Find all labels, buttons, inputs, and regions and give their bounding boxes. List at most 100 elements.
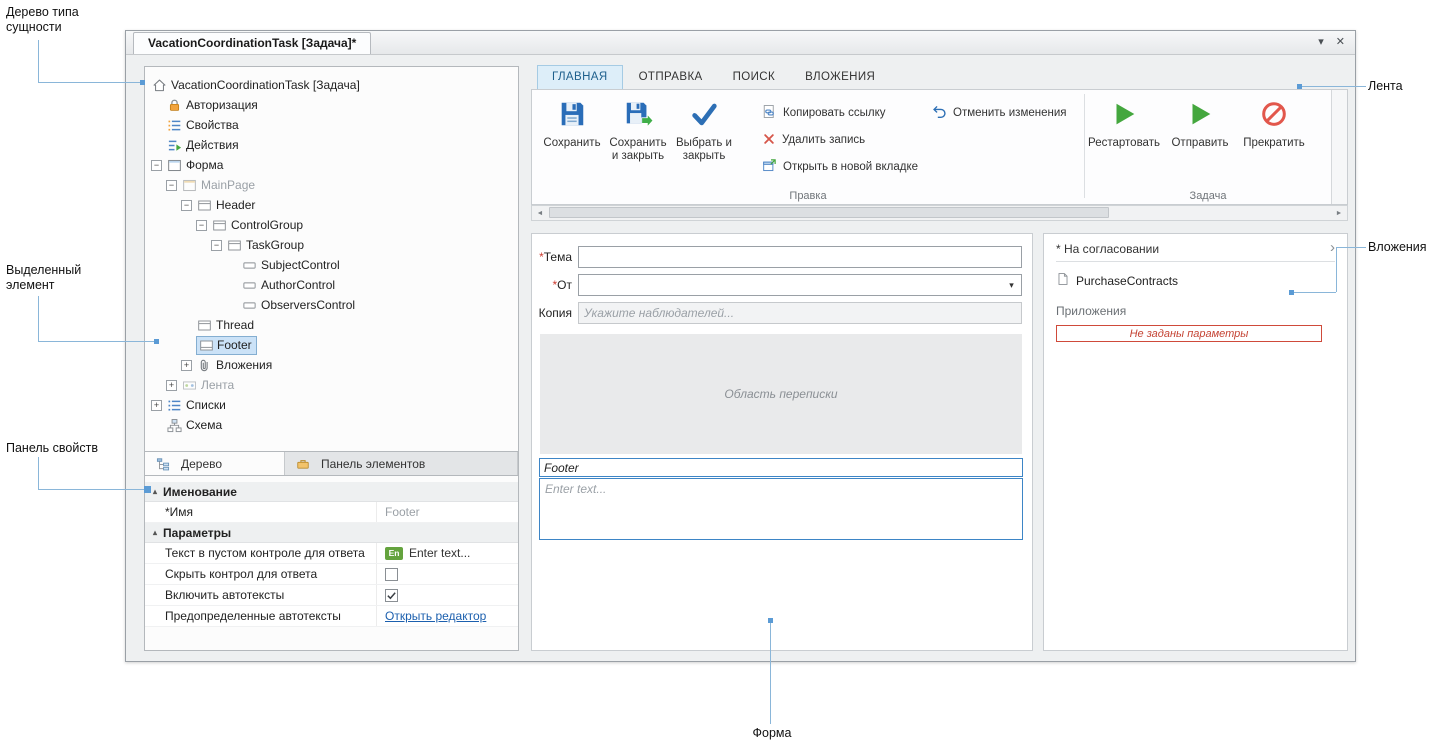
actions-icon	[166, 137, 182, 153]
undo-changes-button[interactable]: Отменить изменения	[928, 102, 1071, 124]
ribbon-tab-main[interactable]: ГЛАВНАЯ	[537, 65, 623, 89]
app-window: VacationCoordinationTask [Задача]* ▾ ✕ V…	[125, 30, 1356, 662]
save-button[interactable]: Сохранить	[540, 95, 604, 199]
tree-item-root[interactable]: VacationCoordinationTask [Задача]	[145, 75, 518, 95]
tree-item-lists[interactable]: + Списки	[145, 395, 518, 415]
collapse-icon[interactable]: −	[151, 160, 162, 171]
collapse-icon[interactable]: −	[181, 200, 192, 211]
annotation-attachments: Вложения	[1368, 240, 1427, 255]
collapse-icon[interactable]: −	[211, 240, 222, 251]
footer-control-selected[interactable]: Footer Enter text...	[539, 458, 1023, 540]
from-label: *От	[532, 274, 572, 296]
footer-icon	[198, 337, 214, 353]
tree-item-ribbon[interactable]: + Лента	[145, 375, 518, 395]
ribbon-overflow-strip[interactable]	[1331, 90, 1347, 204]
tab-tree[interactable]: Дерево	[145, 452, 285, 475]
chevron-down-icon[interactable]: ▾	[1003, 276, 1020, 294]
group-icon	[226, 237, 242, 253]
window-titlebar: VacationCoordinationTask [Задача]* ▾ ✕	[126, 31, 1355, 55]
chevron-right-icon[interactable]: ›	[1330, 242, 1335, 254]
window-menu-icon[interactable]: ▾	[1318, 37, 1324, 48]
property-row-empty-text[interactable]: Текст в пустом контроле для ответа En En…	[145, 543, 518, 564]
expand-icon[interactable]: +	[151, 400, 162, 411]
copy-link-icon	[762, 104, 777, 122]
attachment-item[interactable]: PurchaseContracts	[1056, 272, 1335, 289]
tree-item-footer-selected[interactable]: Footer	[145, 335, 518, 355]
annotation-selected-element: Выделенный элемент	[6, 263, 81, 293]
ribbon: ГЛАВНАЯ ОТПРАВКА ПОИСК ВЛОЖЕНИЯ Сохранит…	[531, 63, 1348, 221]
ribbon-scrollbar[interactable]: ◄ ►	[531, 205, 1348, 221]
stop-button[interactable]: Прекратить	[1238, 95, 1310, 199]
scrollbar-thumb[interactable]	[549, 207, 1109, 218]
tree-item-header[interactable]: − Header	[145, 195, 518, 215]
property-row-autotext[interactable]: Включить автотексты	[145, 585, 518, 606]
delete-record-button[interactable]: Удалить запись	[758, 129, 869, 151]
property-group-params[interactable]: ▴ Параметры	[145, 523, 518, 543]
ribbon-tab-send[interactable]: ОТПРАВКА	[625, 66, 717, 89]
control-icon	[241, 277, 257, 293]
tree-item-actions[interactable]: Действия	[145, 135, 518, 155]
tree-item-mainpage[interactable]: − MainPage	[145, 175, 518, 195]
scroll-left-icon[interactable]: ◄	[532, 206, 548, 220]
tab-element-panel[interactable]: Панель элементов	[285, 452, 518, 475]
thread-area[interactable]: Область переписки	[540, 334, 1022, 454]
document-tab[interactable]: VacationCoordinationTask [Задача]*	[133, 32, 371, 54]
checkbox-unchecked[interactable]	[385, 568, 398, 581]
entity-tree-panel: VacationCoordinationTask [Задача] Автори…	[144, 66, 519, 651]
ribbon-tab-search[interactable]: ПОИСК	[719, 66, 789, 89]
property-group-naming[interactable]: ▴ Именование	[145, 482, 518, 502]
subject-input[interactable]	[578, 246, 1022, 268]
collapse-icon[interactable]: −	[166, 180, 177, 191]
open-editor-link[interactable]: Открыть редактор	[385, 609, 486, 623]
send-button[interactable]: Отправить	[1164, 95, 1236, 199]
property-row-hide-control[interactable]: Скрыть контрол для ответа	[145, 564, 518, 585]
collapse-icon[interactable]: −	[196, 220, 207, 231]
home-icon	[151, 77, 167, 93]
expand-icon[interactable]: +	[166, 380, 177, 391]
lists-icon	[166, 397, 182, 413]
footer-control-title[interactable]: Footer	[539, 458, 1023, 477]
save-and-close-button[interactable]: Сохранить и закрыть	[606, 95, 670, 199]
tree-item-observerscontrol[interactable]: ObserversControl	[145, 295, 518, 315]
property-row-predefined[interactable]: Предопределенные автотексты Открыть реда…	[145, 606, 518, 627]
open-new-tab-icon	[762, 158, 777, 176]
tree-item-scheme[interactable]: Схема	[145, 415, 518, 435]
scheme-icon	[166, 417, 182, 433]
open-new-tab-button[interactable]: Открыть в новой вкладке	[758, 156, 922, 178]
tree-item-authorcontrol[interactable]: AuthorControl	[145, 275, 518, 295]
expand-icon[interactable]: +	[181, 360, 192, 371]
close-icon[interactable]: ✕	[1336, 37, 1345, 48]
property-grid: ▴ Именование *Имя Footer ▴ Параметры Тек…	[145, 475, 518, 650]
tree-item-properties[interactable]: Свойства	[145, 115, 518, 135]
tree-item-authorization[interactable]: Авторизация	[145, 95, 518, 115]
group-icon	[196, 317, 212, 333]
selected-highlight: Footer	[196, 336, 257, 355]
restart-button[interactable]: Рестартовать	[1088, 95, 1160, 199]
footer-control-textarea[interactable]: Enter text...	[539, 478, 1023, 540]
tree-item-attachments[interactable]: + Вложения	[145, 355, 518, 375]
toolbox-icon	[295, 456, 311, 472]
ribbon-tab-attachments[interactable]: ВЛОЖЕНИЯ	[791, 66, 889, 89]
group-collapse-icon: ▴	[153, 528, 157, 537]
appendix-title: Приложения	[1056, 304, 1335, 318]
tree-item-subjectcontrol[interactable]: SubjectControl	[145, 255, 518, 275]
checkmark-icon	[689, 99, 719, 132]
tree-item-controlgroup[interactable]: − ControlGroup	[145, 215, 518, 235]
tree-item-taskgroup[interactable]: − TaskGroup	[145, 235, 518, 255]
annotation-ribbon: Лента	[1368, 79, 1403, 94]
language-en-badge[interactable]: En	[385, 547, 403, 560]
select-and-close-button[interactable]: Выбрать и закрыть	[672, 95, 736, 199]
copy-link-button[interactable]: Копировать ссылку	[758, 102, 890, 124]
lock-icon	[166, 97, 182, 113]
from-combobox[interactable]: ▾	[578, 274, 1022, 296]
tree-item-form[interactable]: − Форма	[145, 155, 518, 175]
scroll-right-icon[interactable]: ►	[1331, 206, 1347, 220]
save-icon	[557, 99, 587, 132]
empty-params-warning[interactable]: Не заданы параметры	[1056, 325, 1322, 342]
checkbox-checked[interactable]	[385, 589, 398, 602]
prohibit-icon	[1259, 99, 1289, 132]
ribbon-body: Сохранить Сохранить и закрыть Выбрать и …	[531, 89, 1348, 205]
property-row-name[interactable]: *Имя Footer	[145, 502, 518, 523]
observers-input[interactable]	[578, 302, 1022, 324]
tree-item-thread[interactable]: Thread	[145, 315, 518, 335]
